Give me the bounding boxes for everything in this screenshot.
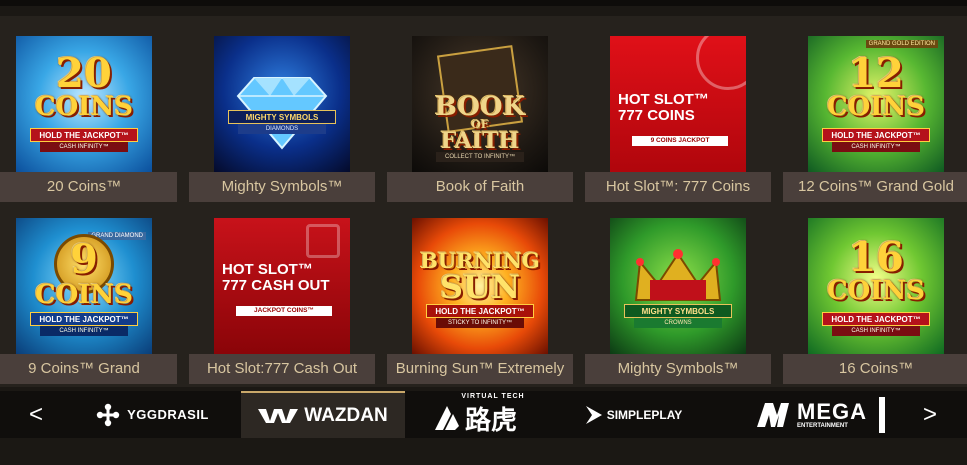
game-card-16-coins[interactable]: 16 COINS HOLD THE JACKPOT™ CASH INFINITY… [783,218,967,384]
art-tag: HOLD THE JACKPOT™ [822,312,930,326]
game-title[interactable]: Burning Sun™ Extremely [387,354,573,384]
provider-wazdan[interactable]: WAZDAN [241,391,405,438]
art-title-line3: FAITH [440,128,520,154]
art-title: MIGHTY SYMBOLS [624,304,732,318]
game-card-burning-sun[interactable]: BURNING SUN HOLD THE JACKPOT™ STICKY TO … [387,218,573,384]
game-card-9-coins-grand[interactable]: GRAND DIAMOND 9 COINS HOLD THE JACKPOT™ … [0,218,177,384]
art-number: 9 [70,236,98,283]
art-title-line2: 777 COINS [618,107,695,124]
provider-sub-label: VIRTUAL TECH [461,392,525,400]
art-word: COINS [34,280,134,310]
edition-badge: GRAND GOLD EDITION [865,40,938,48]
game-card-hot-slot-777-coins[interactable]: HOT SLOT™ 777 COINS 9 COINS JACKPOT Hot … [585,36,771,202]
art-title: MIGHTY SYMBOLS [228,110,336,124]
provider-yggdrasil[interactable]: YGGDRASIL [82,391,222,438]
chip-icon [696,36,746,90]
provider-sub-label: ENTERTAINMENT [797,422,848,429]
game-thumbnail[interactable]: MIGHTY SYMBOLS DIAMONDS [214,36,350,172]
carousel-next-button[interactable]: > [910,391,950,438]
game-thumbnail[interactable]: BOOK OF FAITH COLLECT TO INFINITY™ [412,36,548,172]
game-card-book-of-faith[interactable]: BOOK OF FAITH COLLECT TO INFINITY™ Book … [387,36,573,202]
art-subtag: CASH INFINITY™ [832,142,920,152]
provider-mega-entertainment[interactable]: MEGA ENTERTAINMENT [746,391,896,438]
art-title-line2: SUN [439,268,521,306]
art-tag: JACKPOT COINS™ [236,306,332,316]
art-subtag: CASH INFINITY™ [40,142,128,152]
art-number: 20 [56,50,112,97]
virtual-tech-logo-icon [434,406,459,430]
game-card-mighty-symbols-crowns[interactable]: MIGHTY SYMBOLS CROWNS Mighty Symbols™ [585,218,771,384]
wazdan-logo-icon [258,408,299,423]
art-tag: HOLD THE JACKPOT™ [426,304,534,318]
art-subtitle: DIAMONDS [238,124,326,134]
game-thumbnail[interactable]: MIGHTY SYMBOLS CROWNS [610,218,746,354]
art-tag: HOLD THE JACKPOT™ [30,128,138,142]
yggdrasil-logo-icon [96,403,120,426]
game-title[interactable]: Book of Faith [387,172,573,202]
game-card-mighty-symbols-diamonds[interactable]: MIGHTY SYMBOLS DIAMONDS Mighty Symbols™ [189,36,375,202]
game-title[interactable]: Hot Slot:777 Cash Out [189,354,375,384]
mega-logo-icon [757,402,789,427]
game-title[interactable]: Mighty Symbols™ [189,172,375,202]
top-bar [0,0,967,6]
partial-logo [879,396,885,433]
simpleplay-logo-icon [585,405,602,424]
art-tag: 9 COINS JACKPOT [632,136,728,146]
game-card-hot-slot-777-cash-out[interactable]: HOT SLOT™ 777 CASH OUT JACKPOT COINS™ Ho… [189,218,375,384]
art-word: COINS [34,92,134,122]
diamond-icon [236,77,328,150]
game-thumbnail[interactable]: HOT SLOT™ 777 COINS 9 COINS JACKPOT [610,36,746,172]
game-title[interactable]: 16 Coins™ [783,354,967,384]
art-word: COINS [826,276,926,306]
game-title[interactable]: 12 Coins™ Grand Gold [783,172,967,202]
art-tag: COLLECT TO INFINITY™ [436,152,524,162]
art-tag: HOLD THE JACKPOT™ [30,312,138,326]
art-number: 12 [848,50,904,97]
art-title-line1: HOT SLOT™ [618,91,709,108]
game-thumbnail[interactable]: 16 COINS HOLD THE JACKPOT™ CASH INFINITY… [808,218,944,354]
art-title-line2: 777 CASH OUT [222,277,330,294]
game-card-12-coins-grand-gold[interactable]: GRAND GOLD EDITION 12 COINS HOLD THE JAC… [783,36,967,202]
crown-icon [634,249,722,301]
provider-label: MEGA [797,398,867,424]
provider-label: WAZDAN [304,404,388,426]
provider-label: YGGDRASIL [127,407,209,422]
game-card-20-coins[interactable]: 20 COINS HOLD THE JACKPOT™ CASH INFINITY… [0,36,177,202]
game-title[interactable]: 20 Coins™ [0,172,177,202]
provider-virtual-tech[interactable]: VIRTUAL TECH 路虎 [418,391,532,438]
art-subtag: CASH INFINITY™ [832,326,920,336]
game-thumbnail[interactable]: BURNING SUN HOLD THE JACKPOT™ STICKY TO … [412,218,548,354]
art-word: COINS [826,92,926,122]
art-title-line1: HOT SLOT™ [222,261,313,278]
game-thumbnail[interactable]: GRAND DIAMOND 9 COINS HOLD THE JACKPOT™ … [16,218,152,354]
provider-label: SIMPLEPLAY [606,407,683,422]
art-subtag: CASH INFINITY™ [40,326,128,336]
safe-icon [306,224,340,258]
provider-carousel: < YGGDRASIL WAZDAN VIRTUAL TECH 路虎 SIMPL… [0,391,967,438]
game-thumbnail[interactable]: 20 COINS HOLD THE JACKPOT™ CASH INFINITY… [16,36,152,172]
art-tag: HOLD THE JACKPOT™ [822,128,930,142]
game-title[interactable]: 9 Coins™ Grand [0,354,177,384]
game-title[interactable]: Mighty Symbols™ [585,354,771,384]
art-subtitle: CROWNS [634,318,722,328]
provider-simpleplay[interactable]: SIMPLEPLAY [578,391,688,438]
game-thumbnail[interactable]: HOT SLOT™ 777 CASH OUT JACKPOT COINS™ [214,218,350,354]
art-subtag: STICKY TO INFINITY™ [436,318,524,328]
game-thumbnail[interactable]: GRAND GOLD EDITION 12 COINS HOLD THE JAC… [808,36,944,172]
provider-label: 路虎 [464,405,517,436]
art-number: 16 [848,234,904,281]
carousel-prev-button[interactable]: < [16,391,56,438]
game-title[interactable]: Hot Slot™: 777 Coins [585,172,771,202]
